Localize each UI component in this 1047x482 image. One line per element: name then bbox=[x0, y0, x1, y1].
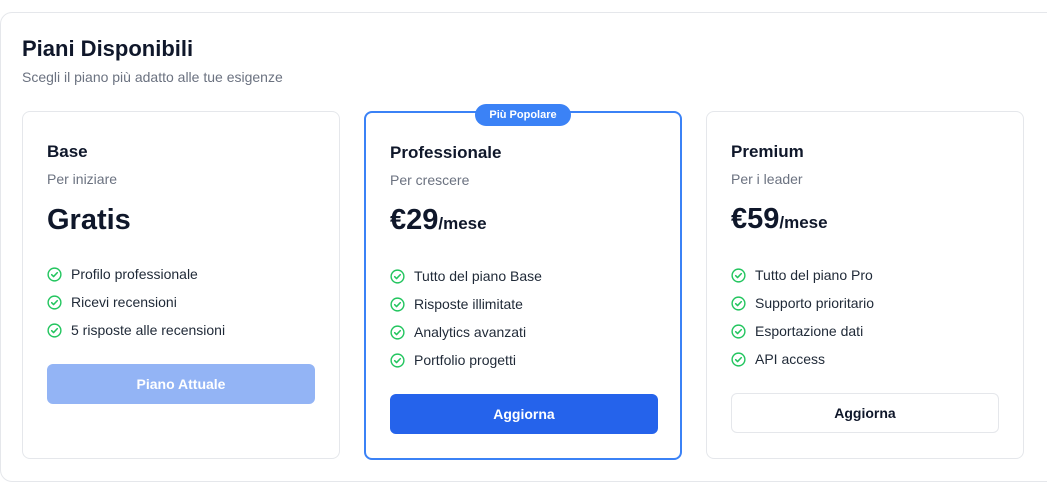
plan-price-period: /mese bbox=[779, 213, 828, 232]
check-circle-icon bbox=[390, 296, 405, 312]
most-popular-badge: Più Popolare bbox=[475, 104, 571, 126]
check-circle-icon bbox=[731, 295, 746, 311]
plan-price-period: /mese bbox=[438, 214, 487, 233]
check-circle-icon bbox=[390, 268, 405, 284]
feature-label: 5 risposte alle recensioni bbox=[71, 322, 226, 338]
feature-label: Portfolio progetti bbox=[414, 352, 516, 368]
feature-label: API access bbox=[755, 351, 826, 367]
plan-price-amount: €59 bbox=[731, 203, 780, 235]
feature-item: Risposte illimitate bbox=[390, 290, 542, 318]
feature-item: 5 risposte alle recensioni bbox=[47, 316, 225, 344]
plan-card-professionale: Professionale Per crescere €29/mese Tutt… bbox=[364, 111, 682, 460]
feature-label: Risposte illimitate bbox=[414, 296, 523, 312]
feature-item: Ricevi recensioni bbox=[47, 288, 225, 316]
feature-label: Profilo professionale bbox=[71, 266, 198, 282]
page-subtitle: Scegli il piano più adatto alle tue esig… bbox=[22, 69, 283, 85]
feature-item: Supporto prioritario bbox=[731, 289, 874, 317]
plan-tagline: Per iniziare bbox=[47, 171, 118, 187]
plan-name: Base bbox=[47, 142, 88, 161]
plan-price: Gratis bbox=[47, 204, 131, 237]
feature-label: Tutto del piano Pro bbox=[755, 267, 873, 283]
feature-item: API access bbox=[731, 345, 874, 373]
feature-item: Tutto del piano Pro bbox=[731, 261, 874, 289]
feature-item: Analytics avanzati bbox=[390, 318, 542, 346]
feature-list: Profilo professionale Ricevi recensioni … bbox=[47, 260, 225, 344]
plan-tagline: Per crescere bbox=[390, 172, 470, 188]
plan-name: Professionale bbox=[390, 143, 502, 162]
feature-item: Profilo professionale bbox=[47, 260, 225, 288]
plan-price-amount: Gratis bbox=[47, 204, 131, 236]
check-circle-icon bbox=[47, 266, 62, 282]
feature-list: Tutto del piano Base Risposte illimitate… bbox=[390, 262, 542, 374]
check-circle-icon bbox=[731, 323, 746, 339]
check-circle-icon bbox=[390, 352, 405, 368]
plan-price: €59/mese bbox=[731, 203, 828, 236]
plan-price-amount: €29 bbox=[390, 204, 439, 236]
feature-label: Tutto del piano Base bbox=[414, 268, 542, 284]
feature-item: Esportazione dati bbox=[731, 317, 874, 345]
check-circle-icon bbox=[731, 351, 746, 367]
feature-item: Tutto del piano Base bbox=[390, 262, 542, 290]
upgrade-premium-button[interactable]: Aggiorna bbox=[731, 393, 999, 433]
feature-label: Supporto prioritario bbox=[755, 295, 875, 311]
feature-item: Portfolio progetti bbox=[390, 346, 542, 374]
feature-label: Ricevi recensioni bbox=[71, 294, 177, 310]
feature-label: Esportazione dati bbox=[755, 323, 864, 339]
plan-tagline: Per i leader bbox=[731, 171, 803, 187]
check-circle-icon bbox=[47, 322, 62, 338]
upgrade-professionale-button[interactable]: Aggiorna bbox=[390, 394, 658, 434]
feature-label: Analytics avanzati bbox=[414, 324, 527, 340]
page-title: Piani Disponibili bbox=[22, 36, 194, 61]
check-circle-icon bbox=[390, 324, 405, 340]
current-plan-button[interactable]: Piano Attuale bbox=[47, 364, 315, 404]
plan-name: Premium bbox=[731, 142, 804, 161]
plan-card-premium: Premium Per i leader €59/mese Tutto del … bbox=[706, 111, 1024, 459]
feature-list: Tutto del piano Pro Supporto prioritario… bbox=[731, 261, 874, 373]
plan-price: €29/mese bbox=[390, 204, 487, 237]
check-circle-icon bbox=[731, 267, 746, 283]
plan-card-base: Base Per iniziare Gratis Profilo profess… bbox=[22, 111, 340, 459]
check-circle-icon bbox=[47, 294, 62, 310]
